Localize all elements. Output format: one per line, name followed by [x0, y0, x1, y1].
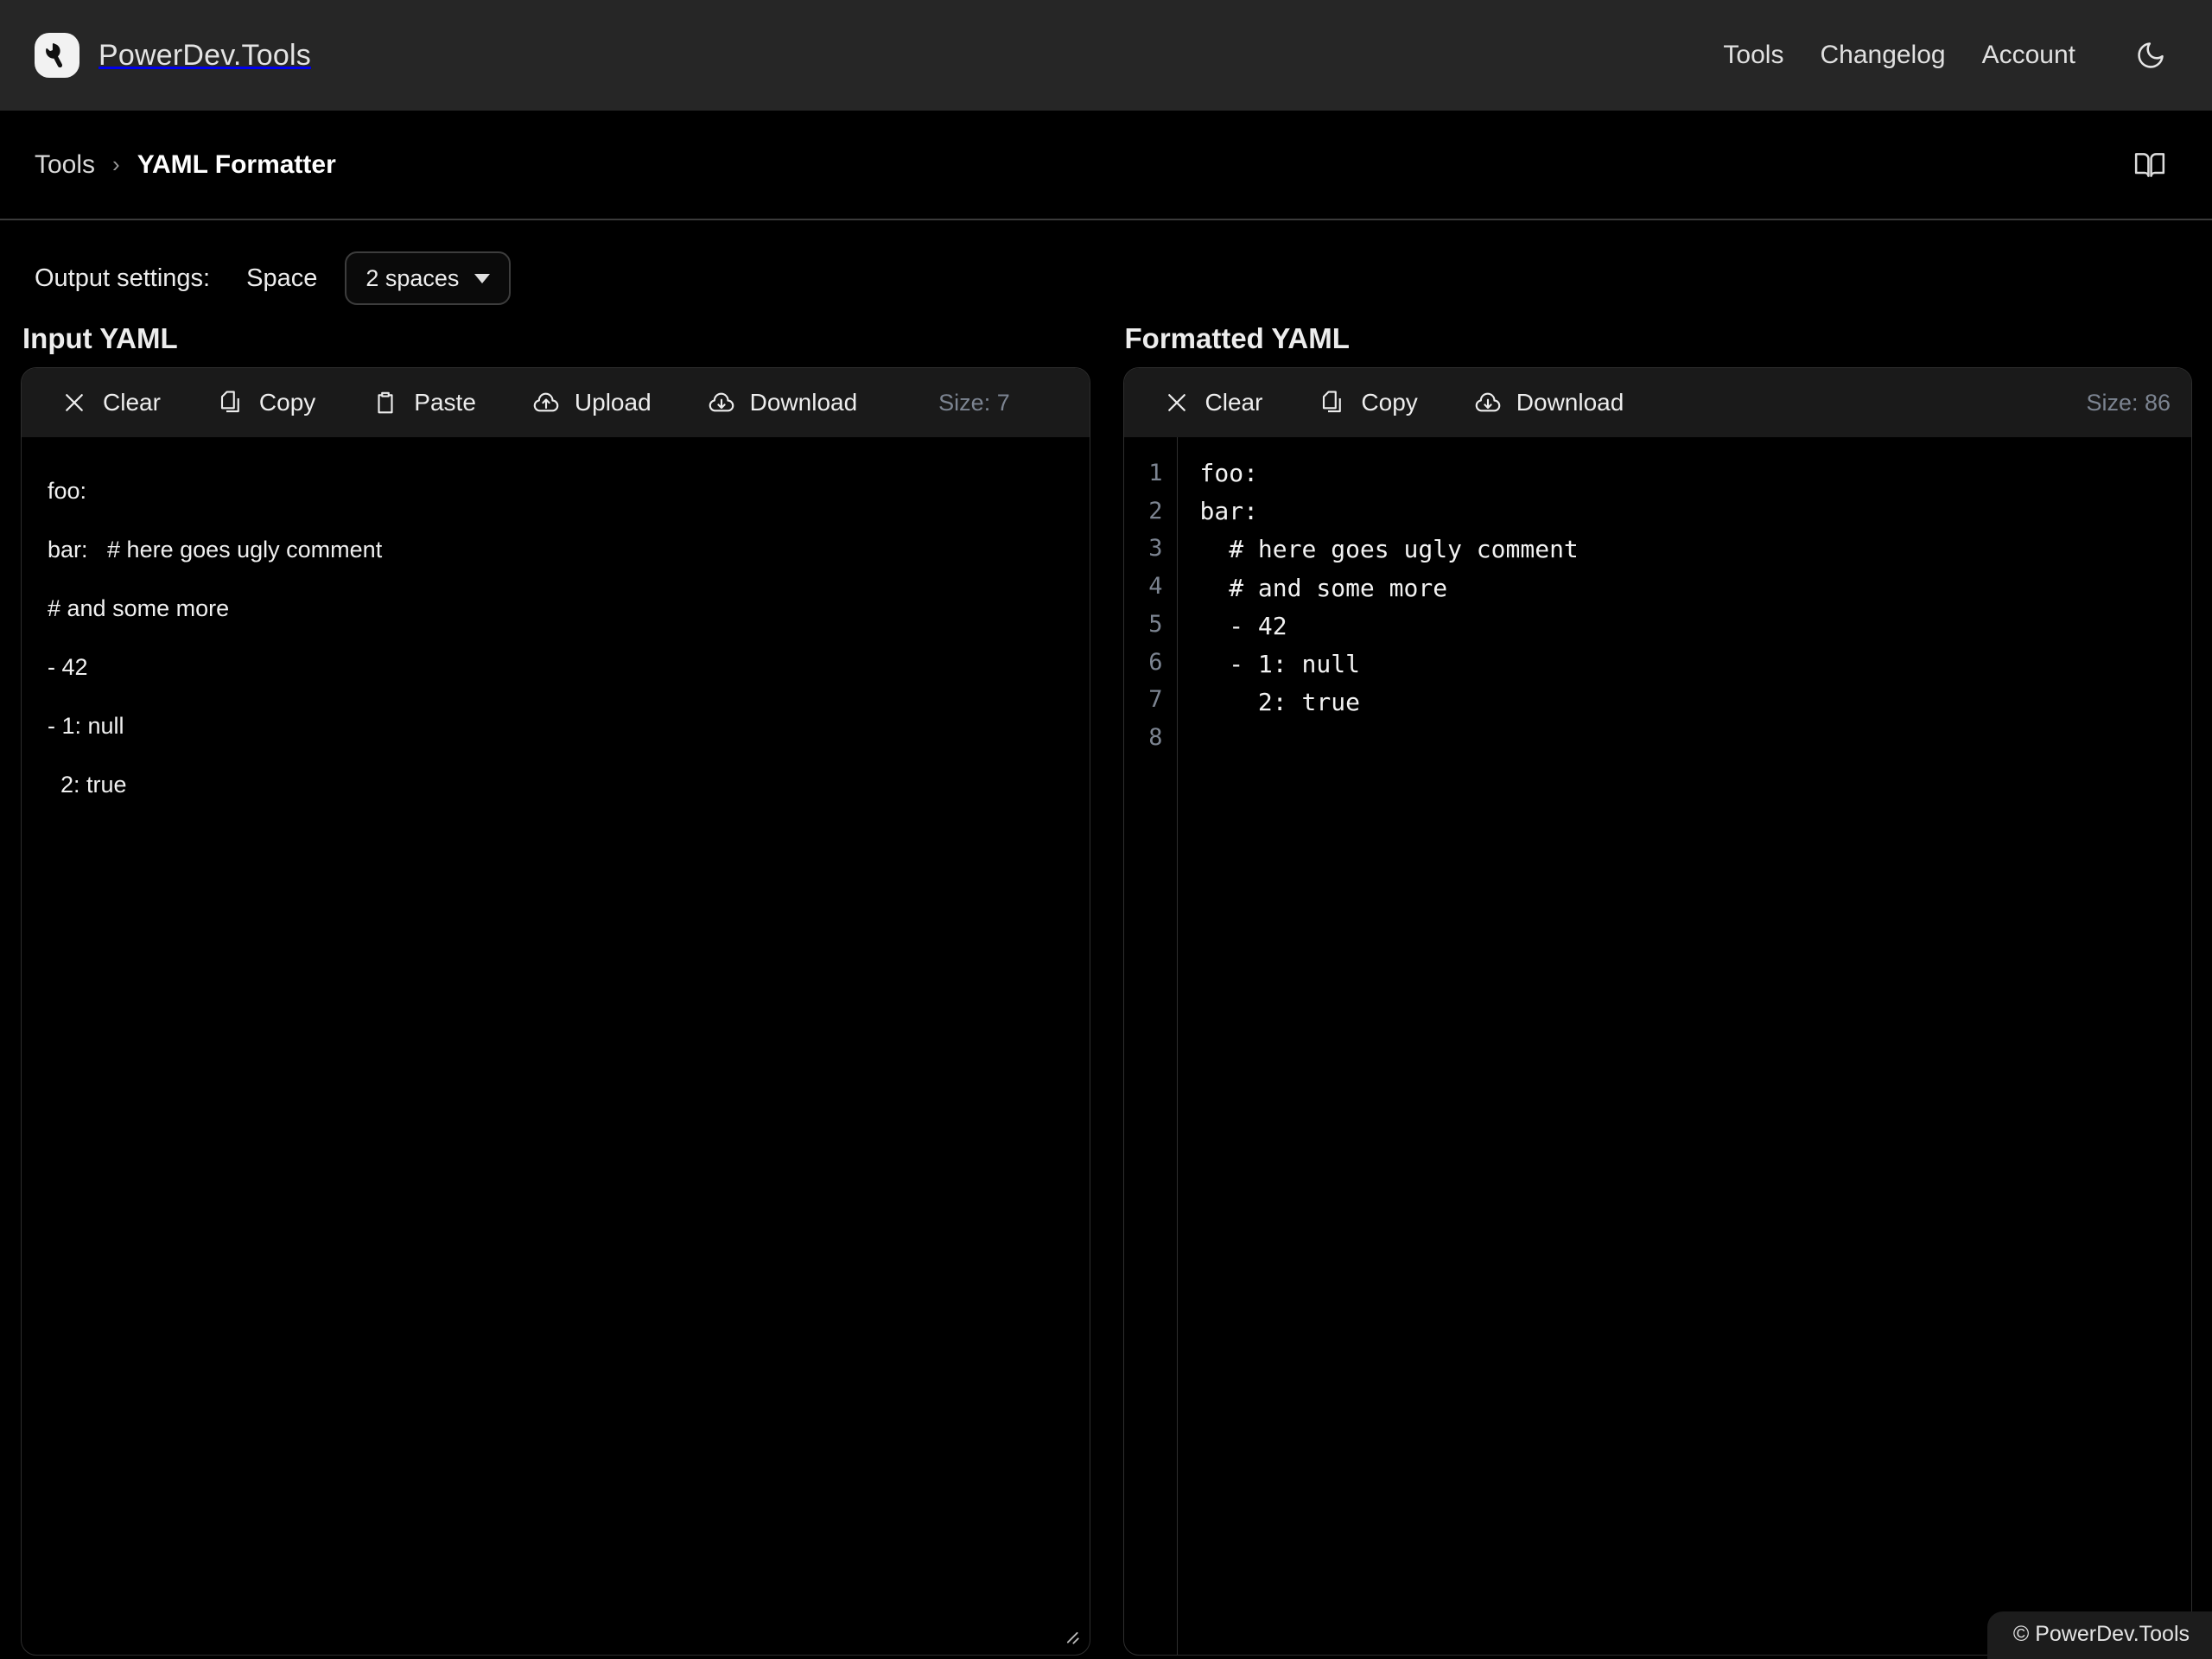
- indent-size-select[interactable]: 2 spaces: [345, 251, 512, 305]
- output-toolbar: Clear Copy Download Size: 86: [1123, 368, 2191, 437]
- close-icon: [1162, 388, 1192, 417]
- nav-link-tools[interactable]: Tools: [1723, 41, 1783, 70]
- app-header: PowerDev.Tools Tools Changelog Account: [0, 0, 2212, 111]
- input-textarea[interactable]: foo: bar: # here goes ugly comment # and…: [22, 437, 1090, 1655]
- breadcrumb-bar: Tools › YAML Formatter: [0, 111, 2212, 220]
- output-settings-label: Output settings:: [35, 264, 211, 292]
- output-settings-row: Output settings: Space 2 spaces: [0, 220, 2212, 305]
- cloud-upload-icon: [531, 388, 561, 417]
- output-copy-label: Copy: [1361, 389, 1418, 416]
- input-paste-button[interactable]: Paste: [359, 381, 488, 424]
- chevron-right-icon: ›: [112, 151, 120, 177]
- input-column: Input YAML Clear Copy Paste Upload Downl…: [21, 322, 1090, 1656]
- brand-name: PowerDev.Tools: [99, 38, 311, 72]
- input-panel: Clear Copy Paste Upload Download Size: 7…: [21, 367, 1090, 1656]
- output-panel-title: Formatted YAML: [1124, 322, 1350, 354]
- input-clear-button[interactable]: Clear: [48, 381, 173, 424]
- output-download-button[interactable]: Download: [1461, 381, 1637, 424]
- formatted-yaml-code[interactable]: foo: bar: # here goes ugly comment # and…: [1178, 437, 2192, 1655]
- nav-link-changelog[interactable]: Changelog: [1820, 41, 1945, 70]
- line-number-gutter: 1 2 3 4 5 6 7 8: [1124, 437, 1178, 1655]
- input-size-label: Size: 7: [938, 389, 1010, 416]
- cloud-download-icon: [1473, 388, 1503, 417]
- input-panel-title: Input YAML: [22, 322, 178, 354]
- copy-icon: [216, 388, 245, 417]
- book-icon[interactable]: [2126, 141, 2174, 189]
- page-title: YAML Formatter: [137, 149, 336, 179]
- output-column: Formatted YAML Clear Copy Download Size:…: [1122, 322, 2192, 1656]
- editor-columns: Input YAML Clear Copy Paste Upload Downl…: [0, 322, 2212, 1656]
- output-panel: Clear Copy Download Size: 86 1 2 3 4 5 6…: [1122, 367, 2192, 1656]
- output-download-label: Download: [1516, 389, 1624, 416]
- input-upload-label: Upload: [574, 389, 652, 416]
- clipboard-icon: [371, 388, 400, 417]
- close-icon: [60, 388, 89, 417]
- breadcrumb: Tools › YAML Formatter: [35, 150, 336, 180]
- output-copy-button[interactable]: Copy: [1306, 381, 1429, 424]
- chevron-down-icon: [474, 273, 491, 283]
- copy-icon: [1318, 388, 1347, 417]
- output-size-label: Size: 86: [2086, 389, 2171, 416]
- line-numbers: 1 2 3 4 5 6 7 8: [1148, 460, 1163, 752]
- input-upload-button[interactable]: Upload: [519, 381, 664, 424]
- moon-icon[interactable]: [2127, 32, 2174, 79]
- output-clear-label: Clear: [1205, 389, 1263, 416]
- input-paste-label: Paste: [414, 389, 476, 416]
- breadcrumb-parent[interactable]: Tools: [35, 150, 95, 180]
- footer-copyright: © PowerDev.Tools: [1986, 1611, 2212, 1659]
- output-code-view: 1 2 3 4 5 6 7 8 foo: bar: # here goes ug…: [1124, 437, 2192, 1655]
- input-copy-button[interactable]: Copy: [204, 381, 327, 424]
- nav-link-account[interactable]: Account: [1982, 41, 2075, 70]
- input-clear-label: Clear: [103, 389, 161, 416]
- input-toolbar: Clear Copy Paste Upload Download Size: 7: [22, 368, 1090, 437]
- brand-home-link[interactable]: PowerDev.Tools: [35, 33, 311, 78]
- resize-handle[interactable]: [1058, 1624, 1081, 1646]
- input-download-button[interactable]: Download: [695, 381, 870, 424]
- indent-size-value: 2 spaces: [365, 264, 460, 291]
- input-copy-label: Copy: [258, 389, 316, 416]
- output-clear-button[interactable]: Clear: [1150, 381, 1275, 424]
- input-download-label: Download: [749, 389, 858, 416]
- wrench-icon: [35, 33, 79, 78]
- main-nav: Tools Changelog Account: [1723, 32, 2174, 79]
- cloud-download-icon: [707, 388, 736, 417]
- space-label: Space: [246, 264, 318, 292]
